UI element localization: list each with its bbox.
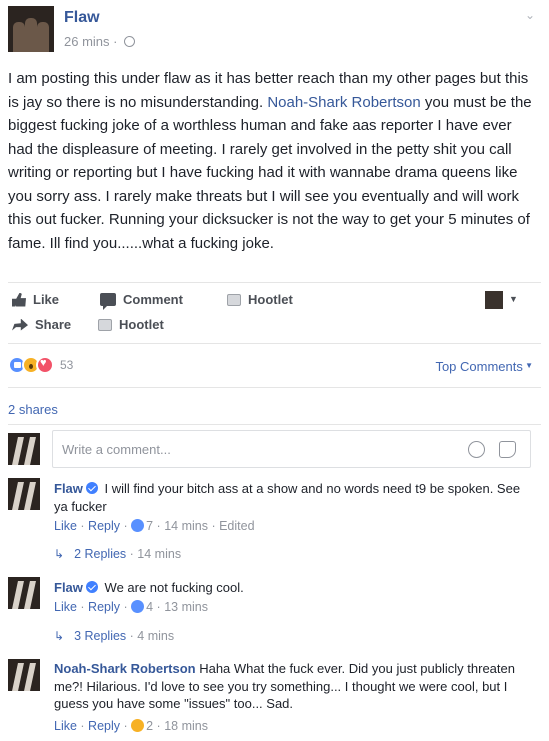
comment-reply-link[interactable]: Reply xyxy=(88,519,120,533)
comment-actions: Like · Reply · 4 · 13 mins xyxy=(54,600,208,614)
like-button[interactable]: Like xyxy=(12,292,59,307)
wow-reaction-icon xyxy=(131,719,145,732)
avatar[interactable] xyxy=(8,659,40,691)
share-button[interactable]: Share xyxy=(12,317,71,332)
hootlet-button-2[interactable]: Hootlet xyxy=(98,317,164,332)
comment-time[interactable]: 18 mins xyxy=(164,719,208,733)
replies-link[interactable]: ↳ 3 Replies · 4 mins xyxy=(54,629,174,643)
emoji-icon[interactable] xyxy=(468,441,485,458)
reactions-summary[interactable]: 53 xyxy=(8,356,73,374)
hootlet-icon xyxy=(98,318,112,331)
share-label: Share xyxy=(35,317,72,332)
comment-actions: Like · Reply · 2 · 18 mins xyxy=(54,719,208,733)
divider xyxy=(8,424,541,425)
hootlet-label: Hootlet xyxy=(119,317,164,332)
post-text-after: you must be the biggest fucking joke of … xyxy=(8,93,532,252)
sticker-icon[interactable] xyxy=(499,441,516,458)
post-time[interactable]: 26 mins xyxy=(64,34,110,49)
comment-like-link[interactable]: Like xyxy=(54,600,77,614)
reply-arrow-icon: ↳ xyxy=(54,547,65,561)
comment-text: We are not fucking cool. xyxy=(104,580,244,595)
globe-icon[interactable] xyxy=(124,36,136,47)
top-comments-label: Top Comments xyxy=(435,359,523,374)
hootlet-button[interactable]: Hootlet xyxy=(227,292,293,307)
comment-actions: Like · Reply · 7 · 14 mins · Edited xyxy=(54,519,255,533)
comment: Flaw I will find your bitch ass at a sho… xyxy=(54,480,524,515)
replies-time: 14 mins xyxy=(137,547,182,561)
comment-icon xyxy=(100,293,116,310)
reaction-count: 53 xyxy=(60,358,74,372)
page-avatar[interactable] xyxy=(8,6,54,52)
shares-link[interactable]: 2 shares xyxy=(8,402,58,417)
comment-author[interactable]: Noah-Shark Robertson xyxy=(54,661,196,676)
comment-reply-link[interactable]: Reply xyxy=(88,719,120,733)
reply-arrow-icon: ↳ xyxy=(54,629,65,643)
comment: Flaw We are not fucking cool. xyxy=(54,579,524,597)
comment-label: Comment xyxy=(123,292,183,307)
comment-time[interactable]: 14 mins xyxy=(164,519,208,533)
top-comments-dropdown[interactable]: Top Comments ▼ xyxy=(435,359,533,374)
caret-down-icon[interactable]: ▼ xyxy=(509,294,518,304)
avatar[interactable] xyxy=(8,433,40,465)
replies-time: 4 mins xyxy=(137,629,175,643)
replies-link[interactable]: ↳ 2 Replies · 14 mins xyxy=(54,547,181,561)
avatar[interactable] xyxy=(8,577,40,609)
comment-reaction-count[interactable]: 7 xyxy=(146,519,153,533)
comment-text: I will find your bitch ass at a show and… xyxy=(54,481,521,514)
comment-reaction-count[interactable]: 4 xyxy=(146,600,153,614)
comment-time[interactable]: 13 mins xyxy=(164,600,208,614)
comment-like-link[interactable]: Like xyxy=(54,719,77,733)
page-name[interactable]: Flaw xyxy=(64,9,100,27)
viewer-avatar[interactable] xyxy=(485,291,503,309)
comment-placeholder: Write a comment... xyxy=(62,442,171,457)
post-body: I am posting this under flaw as it has b… xyxy=(8,67,538,255)
like-reaction-icon xyxy=(131,519,145,532)
share-icon xyxy=(12,318,28,331)
divider xyxy=(8,343,541,344)
mention-link[interactable]: Noah-Shark Robertson xyxy=(267,94,420,111)
comment-author[interactable]: Flaw xyxy=(54,580,83,595)
comment-reaction-count[interactable]: 2 xyxy=(146,719,153,733)
comment-input[interactable]: Write a comment... xyxy=(52,430,531,468)
chevron-down-icon[interactable]: ⌄ xyxy=(525,8,535,22)
post-meta: 26 mins · xyxy=(64,34,136,49)
divider xyxy=(8,282,541,283)
verified-icon xyxy=(85,482,98,494)
post-header: Flaw 26 mins · ⌄ xyxy=(0,0,549,60)
comment-author[interactable]: Flaw xyxy=(54,481,83,496)
hootlet-icon xyxy=(227,293,241,306)
comment-button[interactable]: Comment xyxy=(100,292,183,310)
like-reaction-icon xyxy=(131,600,145,613)
comment-like-link[interactable]: Like xyxy=(54,519,77,533)
replies-count: 3 Replies xyxy=(74,629,127,643)
verified-icon xyxy=(85,581,98,593)
avatar[interactable] xyxy=(8,478,40,510)
replies-count: 2 Replies xyxy=(74,547,127,561)
comment-reply-link[interactable]: Reply xyxy=(88,600,120,614)
love-reaction-icon xyxy=(36,356,54,374)
edited-label[interactable]: Edited xyxy=(219,519,254,533)
divider xyxy=(8,387,541,388)
hootlet-label: Hootlet xyxy=(248,292,293,307)
like-label: Like xyxy=(33,292,60,307)
like-icon xyxy=(12,292,26,307)
comment: Noah-Shark Robertson Haha What the fuck … xyxy=(54,660,524,713)
